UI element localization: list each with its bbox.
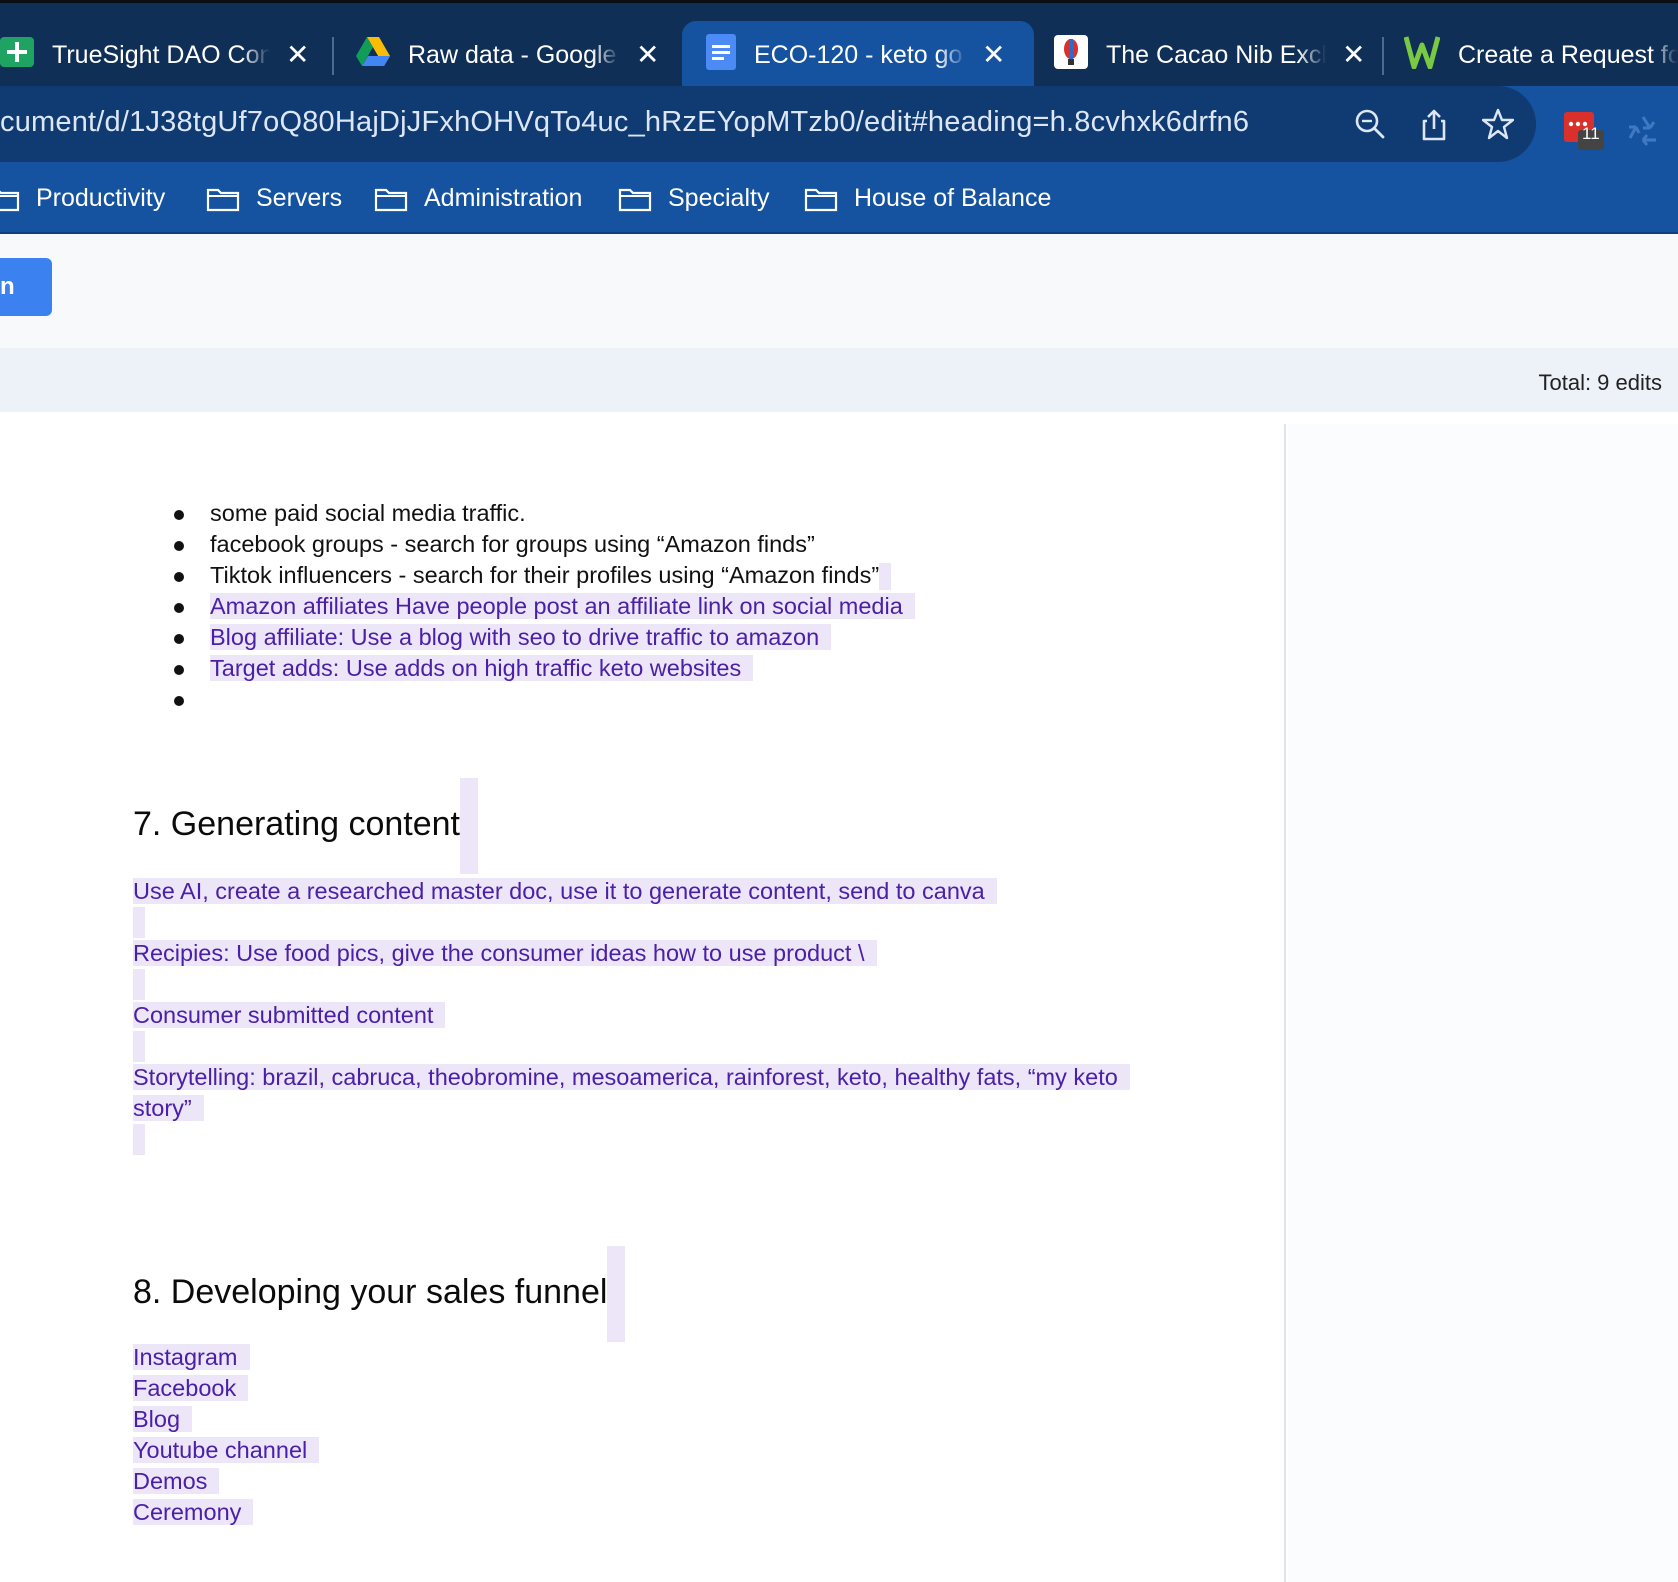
list-item-suggested: Amazon affiliates Have people post an af… xyxy=(170,591,915,622)
section-7-heading: 7. Generating content xyxy=(133,778,479,874)
close-tab-icon[interactable]: ✕ xyxy=(1342,41,1365,69)
list-item-suggested: Blog affiliate: Use a blog with seo to d… xyxy=(170,622,915,653)
list-item: Facebook xyxy=(133,1373,319,1404)
bookmark-label: Productivity xyxy=(36,184,166,212)
tab-cacao-nib[interactable]: The Cacao Nib Exch ✕ xyxy=(1054,21,1372,89)
extension-calendar-icon[interactable]: 11 xyxy=(1562,110,1606,157)
list-item: Youtube channel xyxy=(133,1435,320,1466)
section-8-heading: 8. Developing your sales funnel xyxy=(133,1246,626,1342)
list-item-suggested: Target adds: Use adds on high traffic ke… xyxy=(170,653,915,684)
folder-icon xyxy=(804,188,838,211)
tab-separator xyxy=(332,37,334,75)
close-tab-icon[interactable]: ✕ xyxy=(286,41,309,69)
cacao-icon xyxy=(1054,34,1088,76)
address-url[interactable]: cument/d/1J38tgUf7oQ80HajDjJFxhOHVqTo4uc… xyxy=(0,106,1249,139)
list-item: some paid social media traffic. xyxy=(170,498,915,529)
list-item: Blog xyxy=(133,1404,319,1435)
drive-icon xyxy=(356,36,390,74)
close-tab-icon[interactable]: ✕ xyxy=(982,41,1005,69)
section-7-paragraph: Recipies: Use food pics, give the consum… xyxy=(133,938,877,969)
folder-icon xyxy=(374,188,408,211)
folder-icon xyxy=(206,188,240,211)
tab-title: ECO-120 - keto go t xyxy=(754,40,966,70)
bookmark-servers[interactable]: Servers xyxy=(206,184,342,213)
bookmark-label: Administration xyxy=(424,184,583,212)
bookmark-house-of-balance[interactable]: House of Balance xyxy=(804,184,1051,213)
tab-title: The Cacao Nib Exch xyxy=(1106,40,1326,70)
folder-icon xyxy=(0,189,20,211)
docs-icon xyxy=(706,33,736,77)
tab-separator xyxy=(1382,37,1384,75)
suggestion-mark xyxy=(460,778,479,874)
bookmark-specialty[interactable]: Specialty xyxy=(618,184,769,213)
section-7-paragraph: story” xyxy=(133,1093,204,1124)
list-item: Demos xyxy=(133,1466,319,1497)
bookmark-label: Servers xyxy=(256,184,343,212)
list-item-empty xyxy=(170,684,915,715)
bookmark-label: House of Balance xyxy=(854,184,1052,212)
list-item: Ceremony xyxy=(133,1497,319,1528)
total-edits: Total: 9 edits xyxy=(1538,370,1662,395)
tab-eco-120[interactable]: ECO-120 - keto go t ✕ xyxy=(682,21,1034,89)
list-item: Tiktok influencers - search for their pr… xyxy=(170,560,915,591)
suggestion-gap xyxy=(133,1124,145,1155)
list-item: Instagram xyxy=(133,1342,319,1373)
bookmark-administration[interactable]: Administration xyxy=(374,184,582,213)
extension-badge: 11 xyxy=(1582,124,1600,143)
suggestion-gap xyxy=(133,969,145,1000)
share-icon[interactable] xyxy=(1418,108,1450,141)
bookmark-productivity[interactable]: Productivity xyxy=(0,184,165,213)
page-top-bar: n xyxy=(0,234,1678,348)
folder-icon xyxy=(618,188,652,211)
bookmark-label: Specialty xyxy=(668,184,770,212)
w-icon xyxy=(1403,35,1441,76)
section-7-paragraph: Storytelling: brazil, cabruca, theobromi… xyxy=(133,1062,1130,1093)
right-side-panel xyxy=(1288,424,1678,1582)
address-bar[interactable]: cument/d/1J38tgUf7oQ80HajDjJFxhOHVqTo4uc… xyxy=(0,86,1536,162)
suggestion-gap xyxy=(133,1031,145,1062)
suggestion-mark xyxy=(879,563,892,591)
close-tab-icon[interactable]: ✕ xyxy=(636,41,659,69)
tab-title: Raw data - Google D xyxy=(408,40,620,70)
tab-title: Create a Request fo xyxy=(1458,40,1678,70)
suggestion-gap xyxy=(133,907,145,938)
tab-create-request[interactable]: Create a Request fo xyxy=(1403,21,1678,89)
sheets-icon xyxy=(0,35,34,76)
section-7-paragraph: Consumer submitted content xyxy=(133,1000,446,1031)
edit-history-header: Total: 9 edits xyxy=(0,348,1678,412)
browser-toolbar: cument/d/1J38tgUf7oQ80HajDjJFxhOHVqTo4uc… xyxy=(0,86,1678,172)
list-item: facebook groups - search for groups usin… xyxy=(170,529,915,560)
zoom-icon[interactable] xyxy=(1354,108,1386,140)
document-page: some paid social media traffic. facebook… xyxy=(0,424,1286,1582)
bullet-list: some paid social media traffic. facebook… xyxy=(170,498,915,715)
recycle-extension-icon[interactable] xyxy=(1626,114,1660,151)
bookmarks-bar: Productivity Servers Administration Spec… xyxy=(0,172,1678,234)
funnel-list: Instagram Facebook Blog Youtube channel … xyxy=(133,1342,320,1528)
bookmark-star-icon[interactable] xyxy=(1481,108,1515,140)
primary-button[interactable]: n xyxy=(0,258,52,316)
tab-truesight[interactable]: TrueSight DAO Cont ✕ xyxy=(0,21,330,89)
section-7-paragraph: Use AI, create a researched master doc, … xyxy=(133,876,997,907)
tab-strip: TrueSight DAO Cont ✕ Raw data - Google D… xyxy=(0,0,1678,89)
tab-title: TrueSight DAO Cont xyxy=(52,40,270,70)
tab-raw-data[interactable]: Raw data - Google D ✕ xyxy=(356,21,668,89)
suggestion-mark xyxy=(607,1246,626,1342)
